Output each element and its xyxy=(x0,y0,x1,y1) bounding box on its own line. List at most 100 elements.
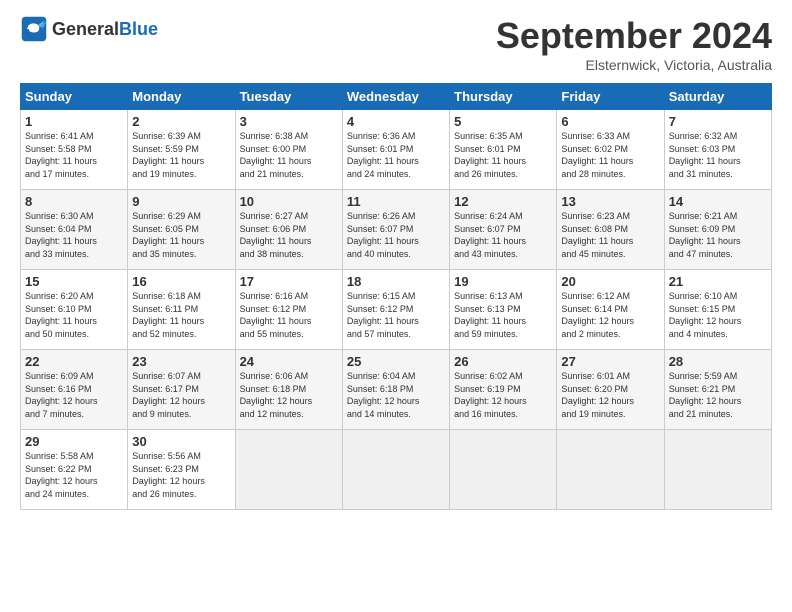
day-info: Sunrise: 6:38 AM Sunset: 6:00 PM Dayligh… xyxy=(240,130,338,180)
table-row: 28Sunrise: 5:59 AM Sunset: 6:21 PM Dayli… xyxy=(664,350,771,430)
day-info: Sunrise: 5:59 AM Sunset: 6:21 PM Dayligh… xyxy=(669,370,767,420)
day-number: 6 xyxy=(561,114,659,129)
table-row: 17Sunrise: 6:16 AM Sunset: 6:12 PM Dayli… xyxy=(235,270,342,350)
table-row: 6Sunrise: 6:33 AM Sunset: 6:02 PM Daylig… xyxy=(557,110,664,190)
table-row: 23Sunrise: 6:07 AM Sunset: 6:17 PM Dayli… xyxy=(128,350,235,430)
day-number: 11 xyxy=(347,194,445,209)
day-number: 16 xyxy=(132,274,230,289)
table-row: 14Sunrise: 6:21 AM Sunset: 6:09 PM Dayli… xyxy=(664,190,771,270)
day-info: Sunrise: 6:15 AM Sunset: 6:12 PM Dayligh… xyxy=(347,290,445,340)
day-info: Sunrise: 6:02 AM Sunset: 6:19 PM Dayligh… xyxy=(454,370,552,420)
day-info: Sunrise: 6:29 AM Sunset: 6:05 PM Dayligh… xyxy=(132,210,230,260)
day-number: 24 xyxy=(240,354,338,369)
logo-icon xyxy=(20,15,48,43)
day-info: Sunrise: 6:07 AM Sunset: 6:17 PM Dayligh… xyxy=(132,370,230,420)
day-number: 1 xyxy=(25,114,123,129)
day-number: 23 xyxy=(132,354,230,369)
day-number: 26 xyxy=(454,354,552,369)
month-title: September 2024 xyxy=(496,15,772,57)
calendar-table: SundayMondayTuesdayWednesdayThursdayFrid… xyxy=(20,83,772,510)
calendar-header-saturday: Saturday xyxy=(664,84,771,110)
calendar-week-5: 29Sunrise: 5:58 AM Sunset: 6:22 PM Dayli… xyxy=(21,430,772,510)
day-info: Sunrise: 6:16 AM Sunset: 6:12 PM Dayligh… xyxy=(240,290,338,340)
day-info: Sunrise: 6:41 AM Sunset: 5:58 PM Dayligh… xyxy=(25,130,123,180)
table-row: 16Sunrise: 6:18 AM Sunset: 6:11 PM Dayli… xyxy=(128,270,235,350)
calendar-week-4: 22Sunrise: 6:09 AM Sunset: 6:16 PM Dayli… xyxy=(21,350,772,430)
day-info: Sunrise: 6:12 AM Sunset: 6:14 PM Dayligh… xyxy=(561,290,659,340)
page: GeneralBlue September 2024 Elsternwick, … xyxy=(0,0,792,612)
day-info: Sunrise: 5:56 AM Sunset: 6:23 PM Dayligh… xyxy=(132,450,230,500)
day-number: 29 xyxy=(25,434,123,449)
table-row xyxy=(450,430,557,510)
table-row: 20Sunrise: 6:12 AM Sunset: 6:14 PM Dayli… xyxy=(557,270,664,350)
day-info: Sunrise: 6:36 AM Sunset: 6:01 PM Dayligh… xyxy=(347,130,445,180)
logo: GeneralBlue xyxy=(20,15,158,43)
table-row: 7Sunrise: 6:32 AM Sunset: 6:03 PM Daylig… xyxy=(664,110,771,190)
table-row: 1Sunrise: 6:41 AM Sunset: 5:58 PM Daylig… xyxy=(21,110,128,190)
calendar-header-tuesday: Tuesday xyxy=(235,84,342,110)
table-row: 13Sunrise: 6:23 AM Sunset: 6:08 PM Dayli… xyxy=(557,190,664,270)
day-info: Sunrise: 6:33 AM Sunset: 6:02 PM Dayligh… xyxy=(561,130,659,180)
day-info: Sunrise: 6:06 AM Sunset: 6:18 PM Dayligh… xyxy=(240,370,338,420)
table-row: 3Sunrise: 6:38 AM Sunset: 6:00 PM Daylig… xyxy=(235,110,342,190)
calendar-week-2: 8Sunrise: 6:30 AM Sunset: 6:04 PM Daylig… xyxy=(21,190,772,270)
day-number: 27 xyxy=(561,354,659,369)
day-number: 12 xyxy=(454,194,552,209)
calendar-week-1: 1Sunrise: 6:41 AM Sunset: 5:58 PM Daylig… xyxy=(21,110,772,190)
table-row: 10Sunrise: 6:27 AM Sunset: 6:06 PM Dayli… xyxy=(235,190,342,270)
table-row: 19Sunrise: 6:13 AM Sunset: 6:13 PM Dayli… xyxy=(450,270,557,350)
table-row: 29Sunrise: 5:58 AM Sunset: 6:22 PM Dayli… xyxy=(21,430,128,510)
day-info: Sunrise: 6:10 AM Sunset: 6:15 PM Dayligh… xyxy=(669,290,767,340)
table-row: 25Sunrise: 6:04 AM Sunset: 6:18 PM Dayli… xyxy=(342,350,449,430)
table-row xyxy=(664,430,771,510)
day-number: 4 xyxy=(347,114,445,129)
day-info: Sunrise: 6:35 AM Sunset: 6:01 PM Dayligh… xyxy=(454,130,552,180)
day-number: 5 xyxy=(454,114,552,129)
table-row: 26Sunrise: 6:02 AM Sunset: 6:19 PM Dayli… xyxy=(450,350,557,430)
calendar-header-sunday: Sunday xyxy=(21,84,128,110)
day-number: 20 xyxy=(561,274,659,289)
title-block: September 2024 Elsternwick, Victoria, Au… xyxy=(496,15,772,73)
day-info: Sunrise: 5:58 AM Sunset: 6:22 PM Dayligh… xyxy=(25,450,123,500)
day-info: Sunrise: 6:04 AM Sunset: 6:18 PM Dayligh… xyxy=(347,370,445,420)
day-number: 19 xyxy=(454,274,552,289)
table-row: 30Sunrise: 5:56 AM Sunset: 6:23 PM Dayli… xyxy=(128,430,235,510)
day-number: 13 xyxy=(561,194,659,209)
day-info: Sunrise: 6:01 AM Sunset: 6:20 PM Dayligh… xyxy=(561,370,659,420)
day-info: Sunrise: 6:27 AM Sunset: 6:06 PM Dayligh… xyxy=(240,210,338,260)
header: GeneralBlue September 2024 Elsternwick, … xyxy=(20,15,772,73)
table-row: 11Sunrise: 6:26 AM Sunset: 6:07 PM Dayli… xyxy=(342,190,449,270)
table-row: 15Sunrise: 6:20 AM Sunset: 6:10 PM Dayli… xyxy=(21,270,128,350)
table-row: 12Sunrise: 6:24 AM Sunset: 6:07 PM Dayli… xyxy=(450,190,557,270)
table-row: 4Sunrise: 6:36 AM Sunset: 6:01 PM Daylig… xyxy=(342,110,449,190)
calendar-header-thursday: Thursday xyxy=(450,84,557,110)
day-number: 10 xyxy=(240,194,338,209)
day-number: 28 xyxy=(669,354,767,369)
day-info: Sunrise: 6:18 AM Sunset: 6:11 PM Dayligh… xyxy=(132,290,230,340)
table-row: 22Sunrise: 6:09 AM Sunset: 6:16 PM Dayli… xyxy=(21,350,128,430)
table-row xyxy=(557,430,664,510)
calendar-header-monday: Monday xyxy=(128,84,235,110)
logo-blue: Blue xyxy=(119,19,158,39)
table-row: 24Sunrise: 6:06 AM Sunset: 6:18 PM Dayli… xyxy=(235,350,342,430)
day-info: Sunrise: 6:20 AM Sunset: 6:10 PM Dayligh… xyxy=(25,290,123,340)
day-number: 21 xyxy=(669,274,767,289)
day-number: 22 xyxy=(25,354,123,369)
table-row: 8Sunrise: 6:30 AM Sunset: 6:04 PM Daylig… xyxy=(21,190,128,270)
table-row: 5Sunrise: 6:35 AM Sunset: 6:01 PM Daylig… xyxy=(450,110,557,190)
day-info: Sunrise: 6:30 AM Sunset: 6:04 PM Dayligh… xyxy=(25,210,123,260)
day-number: 17 xyxy=(240,274,338,289)
day-info: Sunrise: 6:39 AM Sunset: 5:59 PM Dayligh… xyxy=(132,130,230,180)
day-info: Sunrise: 6:24 AM Sunset: 6:07 PM Dayligh… xyxy=(454,210,552,260)
day-number: 15 xyxy=(25,274,123,289)
day-number: 25 xyxy=(347,354,445,369)
day-info: Sunrise: 6:23 AM Sunset: 6:08 PM Dayligh… xyxy=(561,210,659,260)
location: Elsternwick, Victoria, Australia xyxy=(496,57,772,73)
day-info: Sunrise: 6:32 AM Sunset: 6:03 PM Dayligh… xyxy=(669,130,767,180)
calendar-header-wednesday: Wednesday xyxy=(342,84,449,110)
logo-general: General xyxy=(52,19,119,39)
day-info: Sunrise: 6:26 AM Sunset: 6:07 PM Dayligh… xyxy=(347,210,445,260)
day-info: Sunrise: 6:13 AM Sunset: 6:13 PM Dayligh… xyxy=(454,290,552,340)
table-row: 2Sunrise: 6:39 AM Sunset: 5:59 PM Daylig… xyxy=(128,110,235,190)
logo-text-block: GeneralBlue xyxy=(52,19,158,40)
